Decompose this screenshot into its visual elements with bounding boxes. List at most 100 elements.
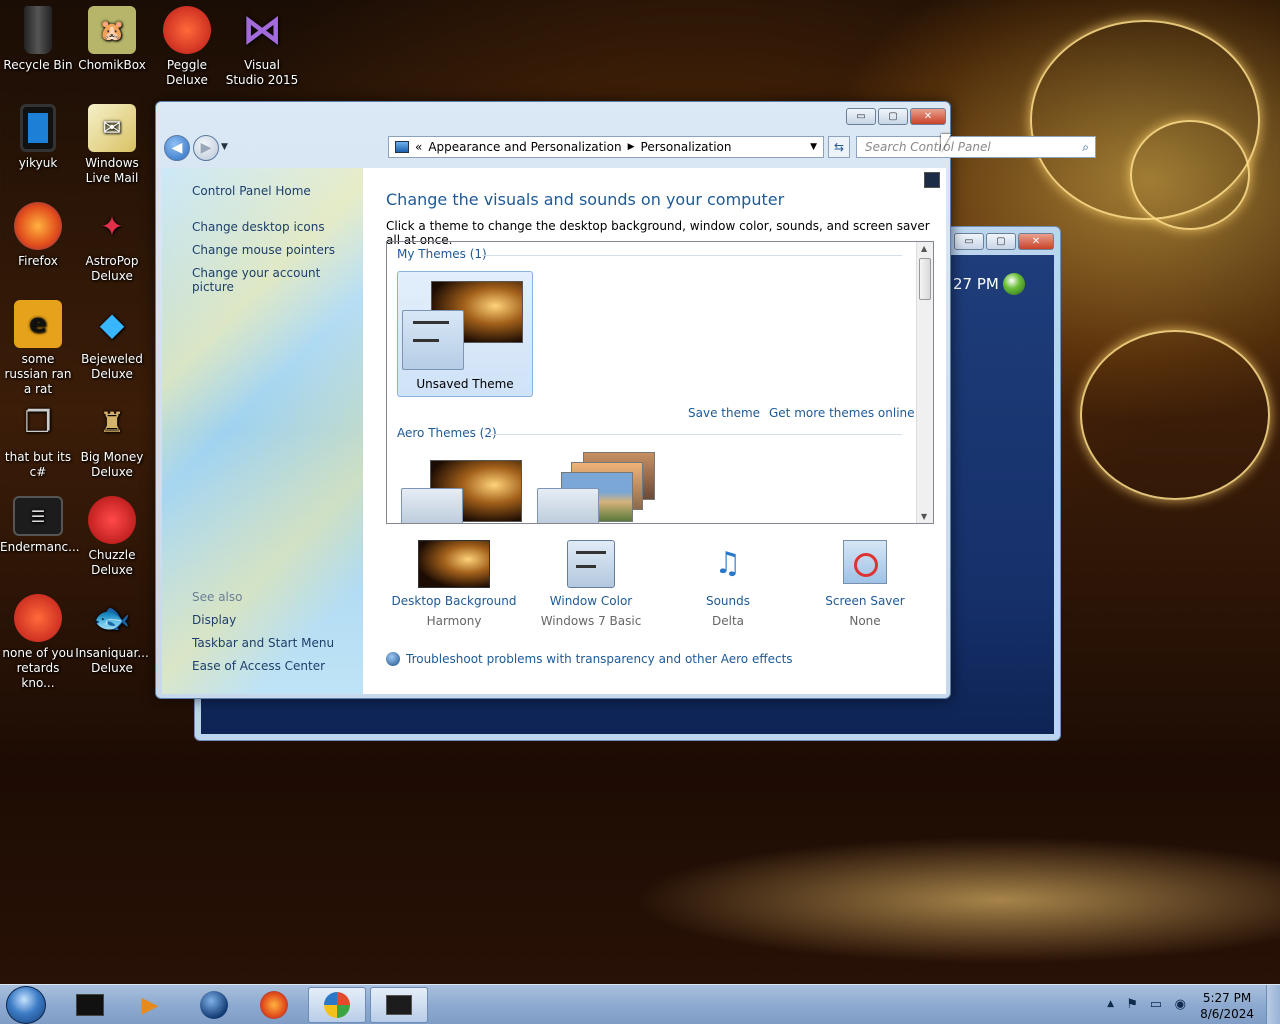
taskbar-app-firefox[interactable] [246,987,302,1023]
globe-icon [200,991,228,1019]
scroll-thumb[interactable] [919,258,931,300]
refresh-button[interactable]: ⇆ [828,136,850,158]
sounds-label: Sounds [705,594,751,608]
content-pane: Change the visuals and sounds on your co… [363,168,946,694]
start-button[interactable] [6,986,46,1024]
peggle-icon [163,6,211,54]
insaniquarium-icon: 🐟 [93,600,131,636]
unsaved-theme-label: Unsaved Theme [416,377,514,391]
close-button[interactable]: ✕ [910,108,946,125]
desktop-background-label: Desktop Background [391,594,517,608]
desktop-icon-endermanch[interactable]: ☰ Endermanc... [0,496,80,555]
taskbar-clock[interactable]: 5:27 PM 8/6/2024 [1200,990,1254,1022]
control-panel-home-link[interactable]: Control Panel Home [192,184,311,198]
sounds-setting[interactable]: ♫ Sounds Delta [658,540,798,628]
scroll-down-icon[interactable]: ▼ [921,512,927,521]
breadcrumb-overflow[interactable]: « [415,140,422,154]
taskbar-start-menu-link[interactable]: Taskbar and Start Menu [192,636,334,650]
tablet-icon [20,104,56,152]
desktop-icon-none-of-you[interactable]: none of you retards kno... [0,594,76,691]
tray-network-icon[interactable]: ▭ [1150,997,1162,1012]
back-close-button[interactable]: ✕ [1018,233,1054,250]
desktop-icon-label: Windows Live Mail [85,156,139,185]
maximize-button[interactable]: ▢ [878,108,908,125]
desktop-background-setting[interactable]: Desktop Background Harmony [384,540,524,628]
get-more-themes-link[interactable]: Get more themes online [769,406,915,420]
aero-theme-harmony[interactable] [397,448,533,523]
recent-pages-dropdown[interactable]: ▼ [221,142,228,152]
theme-window-preview [401,488,463,523]
back-maximize-button[interactable]: ▢ [986,233,1016,250]
no-entry-icon [854,553,878,577]
page-title: Change the visuals and sounds on your co… [386,190,785,209]
window-color-icon [567,540,615,588]
desktop-icon-label: Chuzzle Deluxe [88,548,136,577]
desktop-icon-that-but-its-csharp[interactable]: ❐ that but its c# [0,398,76,480]
address-dropdown-icon[interactable]: ▼ [810,142,817,152]
save-theme-link[interactable]: Save theme [688,406,760,420]
desktop-icon-chuzzle[interactable]: Chuzzle Deluxe [74,496,150,578]
taskbar-app-window[interactable] [370,987,428,1023]
screen-saver-setting[interactable]: Screen Saver None [795,540,935,628]
show-desktop-button[interactable] [1266,985,1280,1024]
themes-scrollbar[interactable]: ▲ ▼ [916,242,933,523]
desktop-icon-astropop[interactable]: ✦ AstroPop Deluxe [74,202,150,284]
desktop-icon-insaniquarium[interactable]: 🐟 Insaniquar... Deluxe [74,594,150,676]
windows-copy-icon: ❐ [24,404,52,440]
change-mouse-pointers-link[interactable]: Change mouse pointers [192,243,335,257]
desktop-icon-firefox[interactable]: Firefox [0,202,76,269]
personalization-window[interactable]: ▭ ▢ ✕ ◀ ▶ ▼ « Appearance and Personaliza… [155,101,1096,699]
scroll-up-icon[interactable]: ▲ [921,244,927,253]
search-icon: ⌕ [1082,140,1089,154]
change-desktop-icons-link[interactable]: Change desktop icons [192,220,325,234]
breadcrumb-personalization[interactable]: Personalization [641,140,732,154]
tray-volume-icon[interactable]: ◉ [1175,997,1186,1012]
windows-logo-icon [324,992,350,1018]
desktop-icon-yikyuk[interactable]: yikyuk [0,104,76,171]
desktop-icon-label: yikyuk [18,156,58,170]
unsaved-theme-tile[interactable]: Unsaved Theme [397,271,533,397]
help-icon[interactable] [924,172,940,188]
search-input[interactable]: Search Control Panel ⌕ [856,136,1096,158]
change-account-picture-link[interactable]: Change your account picture [192,266,363,294]
tray-flag-icon[interactable]: ⚑ [1126,997,1138,1012]
desktop-icon-peggle[interactable]: Peggle Deluxe [149,6,225,88]
taskbar-app-media-player[interactable]: ▶ [122,987,178,1023]
themes-list[interactable]: My Themes (1) Unsaved Theme Save theme G… [386,241,934,524]
desktop-icon-big-money[interactable]: ♜ Big Money Deluxe [74,398,150,480]
taskbar: ▶ ▲ ⚑ ▭ ◉ 5:27 PM 8/6/2024 [0,984,1280,1024]
desktop-icon-russian-rat[interactable]: e some russian ran a rat [0,300,76,397]
display-link[interactable]: Display [192,613,236,627]
breadcrumb-separator-icon[interactable]: ▶ [628,142,635,152]
bejeweled-icon: ◆ [99,304,125,343]
taskbar-app-terminal[interactable] [62,987,118,1023]
taskbar-app-control-panel[interactable] [308,987,366,1023]
back-button[interactable]: ◀ [164,135,190,161]
desktop-icon-windows-live-mail[interactable]: ✉ Windows Live Mail [74,104,150,186]
ease-of-access-link[interactable]: Ease of Access Center [192,659,325,673]
tray-overflow-icon[interactable]: ▲ [1107,999,1114,1009]
arrow-left-icon: ◀ [171,140,183,156]
desktop-icon-label: that but its c# [4,450,72,479]
taskbar-app-globe[interactable] [186,987,242,1023]
back-minimize-button[interactable]: ▭ [954,233,984,250]
aero-theme-landscapes[interactable] [537,448,673,523]
firefox-icon [260,991,288,1019]
aero-themes-label: Aero Themes (2) [397,426,497,440]
minimize-button[interactable]: ▭ [846,108,876,125]
back-window-clock: 27 PM [953,275,999,293]
troubleshoot-aero-link[interactable]: Troubleshoot problems with transparency … [386,652,793,666]
address-bar[interactable]: « Appearance and Personalization ▶ Perso… [388,136,824,158]
window-dark-icon [386,995,412,1015]
desktop-icon-visual-studio[interactable]: ⋈ Visual Studio 2015 [224,6,300,88]
desktop-icon-chomikbox[interactable]: 🐹 ChomikBox [74,6,150,73]
screen-saver-icon [843,540,887,584]
theme-window-preview [537,488,599,523]
window-color-setting[interactable]: Window Color Windows 7 Basic [521,540,661,628]
desktop-icon-label: none of you retards kno... [2,646,74,690]
desktop-icon-bejeweled[interactable]: ◆ Bejeweled Deluxe [74,300,150,382]
desktop-icon-recycle-bin[interactable]: Recycle Bin [0,6,76,73]
forward-button[interactable]: ▶ [193,135,219,161]
breadcrumb-appearance[interactable]: Appearance and Personalization [428,140,621,154]
sounds-icon: ♫ [714,546,742,581]
